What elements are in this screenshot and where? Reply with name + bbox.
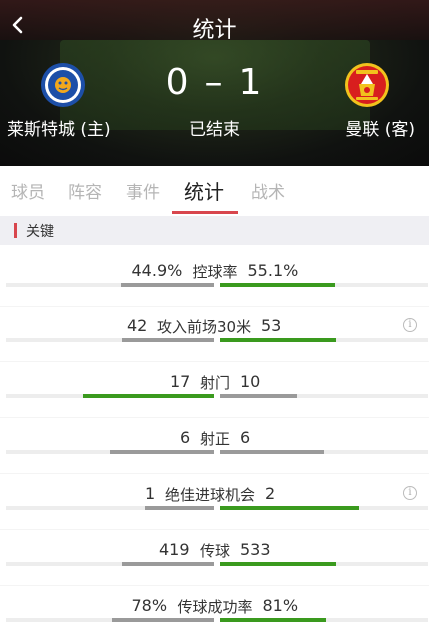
stat-row: 42 攻入前场30米 53 i: [0, 306, 429, 362]
info-icon[interactable]: i: [403, 486, 417, 500]
home-bar: [112, 618, 214, 622]
tab-bar: 球员 阵容 事件 统计 战术: [0, 166, 429, 214]
stat-row: 78% 传球成功率 81%: [0, 586, 429, 635]
away-stat-value: 81%: [262, 596, 299, 615]
away-stat-value: 2: [265, 484, 276, 503]
section-header-key: 关键: [0, 216, 429, 245]
stat-name: 传球成功率: [177, 598, 253, 616]
stat-name: 射正: [200, 430, 231, 448]
home-stat-value: 1: [145, 484, 156, 503]
home-stat-value: 78%: [131, 596, 168, 615]
stat-row: 17 射门 10: [0, 362, 429, 418]
away-bar: [220, 338, 336, 342]
page-title: 统计: [192, 18, 237, 43]
info-icon[interactable]: i: [403, 318, 417, 332]
away-stat-value: 6: [240, 428, 251, 447]
away-stat-value: 10: [240, 372, 261, 391]
home-bar: [110, 450, 214, 454]
stat-name: 控球率: [192, 263, 238, 281]
stat-name: 攻入前场30米: [157, 318, 252, 336]
away-bar: [220, 450, 324, 454]
away-stat-value: 53: [261, 316, 282, 335]
section-title: 关键: [26, 224, 54, 240]
home-bar: [83, 394, 214, 398]
active-tab-indicator: [172, 211, 238, 214]
home-score: 0: [165, 62, 191, 103]
stat-name: 传球: [200, 542, 231, 560]
tab-stats[interactable]: 统计: [184, 176, 224, 205]
away-bar: [220, 283, 335, 287]
scoreline: 0–1: [0, 62, 429, 103]
stat-name: 射门: [200, 374, 231, 392]
tab-lineup[interactable]: 阵容: [68, 178, 102, 203]
score-separator: –: [204, 62, 225, 103]
stat-row: 44.9% 控球率 55.1%: [0, 251, 429, 307]
home-stat-value: 44.9%: [131, 261, 183, 280]
stat-row: 6 射正 6: [0, 418, 429, 474]
away-bar: [220, 394, 297, 398]
home-stat-value: 17: [170, 372, 191, 391]
home-stat-value: 6: [180, 428, 191, 447]
away-stat-value: 533: [240, 540, 271, 559]
stat-name: 绝佳进球机会: [165, 486, 256, 504]
home-stat-value: 419: [159, 540, 190, 559]
away-stat-value: 55.1%: [247, 261, 299, 280]
tab-players[interactable]: 球员: [11, 178, 45, 203]
section-accent-mark: [14, 223, 17, 238]
stat-row: 1 绝佳进球机会 2 i: [0, 474, 429, 530]
home-bar: [121, 283, 214, 287]
away-team-name[interactable]: 曼联 (客): [345, 115, 415, 140]
home-bar: [145, 506, 214, 510]
home-bar: [122, 562, 214, 566]
stat-row: 419 传球 533: [0, 530, 429, 586]
home-stat-value: 42: [127, 316, 148, 335]
tab-tactics[interactable]: 战术: [251, 178, 285, 203]
home-team-name[interactable]: 莱斯特城 (主): [7, 115, 111, 140]
match-header: 统计 0–1 已结束 莱斯特城 (主) 曼联 (客): [0, 0, 429, 166]
away-score: 1: [238, 62, 264, 103]
away-bar: [220, 562, 336, 566]
away-bar: [220, 618, 326, 622]
home-bar: [122, 338, 214, 342]
away-bar: [220, 506, 359, 510]
tab-events[interactable]: 事件: [126, 178, 160, 203]
